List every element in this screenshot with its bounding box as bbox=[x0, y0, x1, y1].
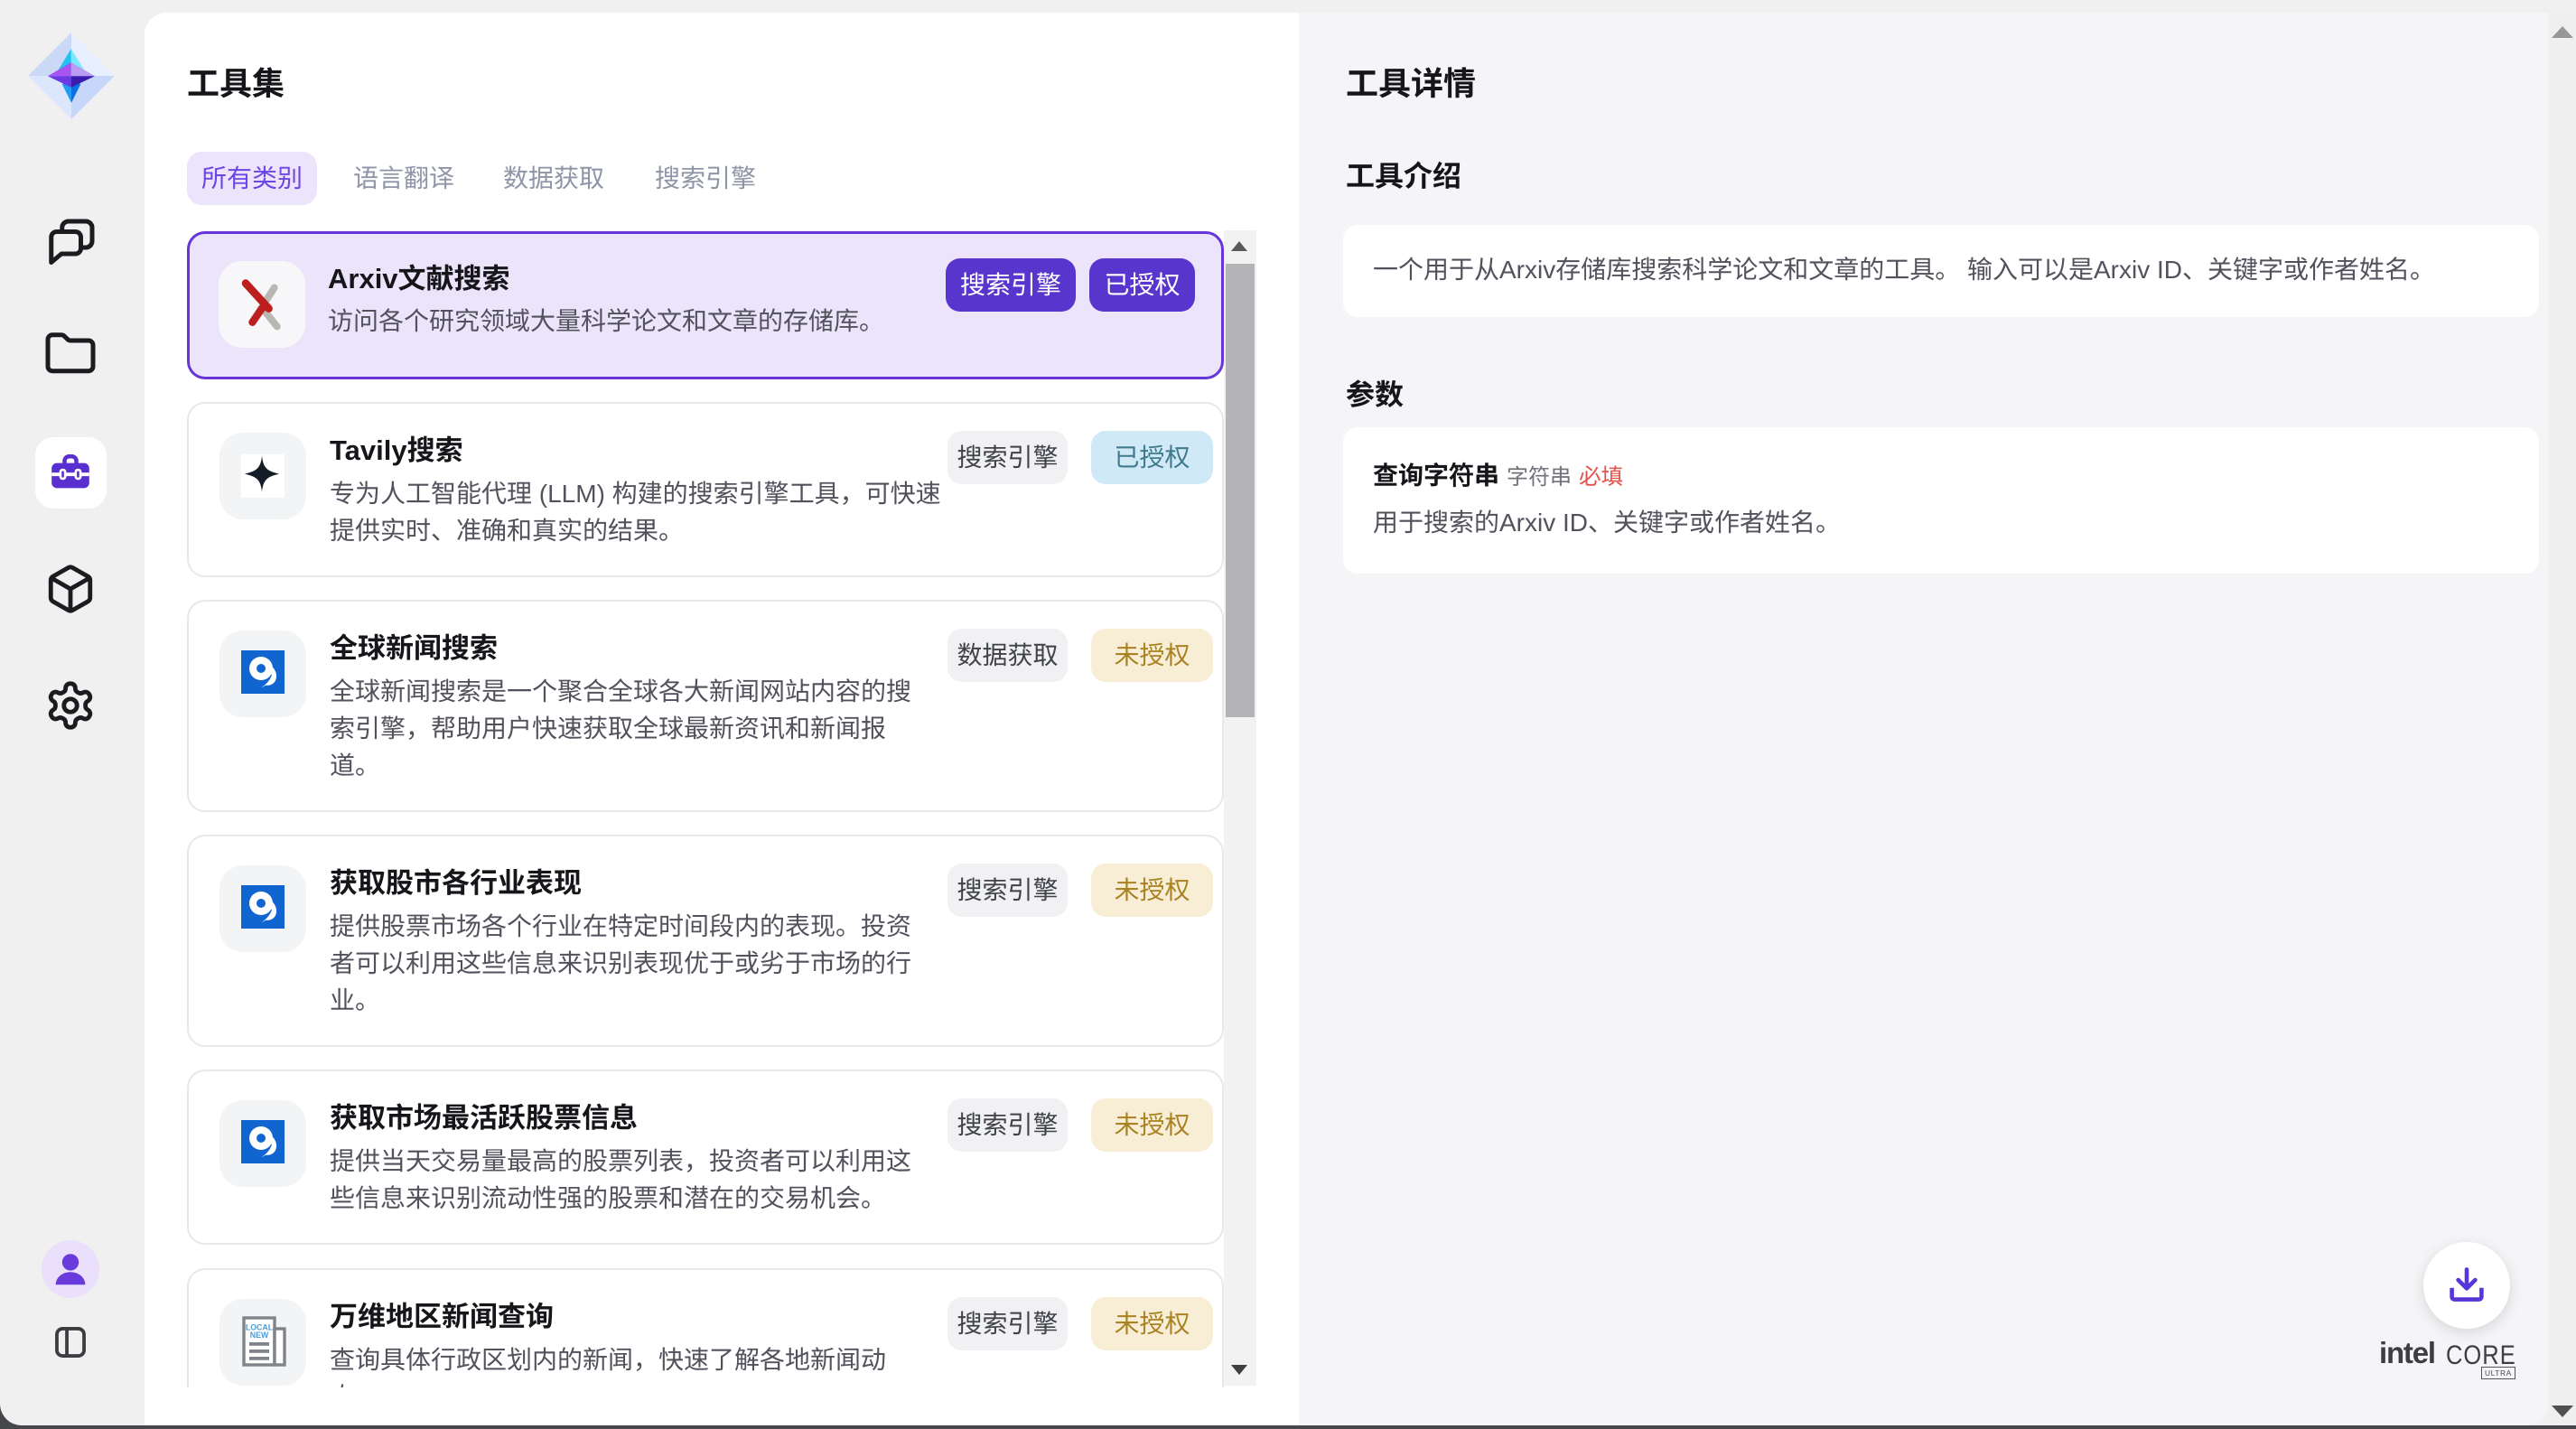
svg-text:NEW: NEW bbox=[250, 1331, 269, 1340]
